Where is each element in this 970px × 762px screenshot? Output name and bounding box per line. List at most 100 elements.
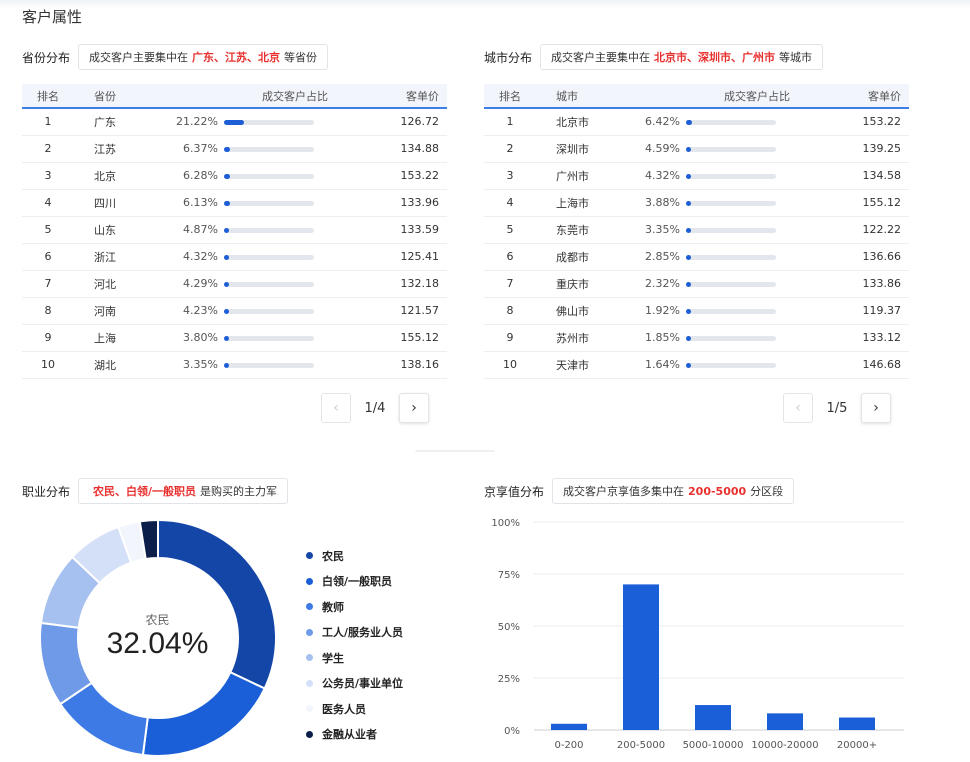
city-page-indicator: 1/5 xyxy=(826,400,848,416)
city-table-row: 9 苏州市 1.85% 133.12 xyxy=(484,324,909,352)
province-share-bar xyxy=(224,254,314,260)
province-callout: 成交客户主要集中在 广东、江苏、北京 等省份 xyxy=(78,44,329,70)
city-share-cell: 1.85% xyxy=(636,324,826,352)
legend-item[interactable]: 农民 xyxy=(306,543,403,569)
legend-dot-icon xyxy=(306,628,313,636)
legend-item[interactable]: 工人/服务业人员 xyxy=(306,620,403,646)
province-share-bar-fill xyxy=(224,362,230,368)
city-prev-button[interactable]: ‹ xyxy=(783,393,813,423)
occupation-legend: 农民白领/一般职员 教师工人/服务业人员学生 公务员/事业单位 医务人员 金融从业者 xyxy=(306,543,403,747)
city-share-pct: 6.42% xyxy=(645,115,680,129)
city-next-button[interactable]: › xyxy=(861,393,891,423)
donut-slice[interactable] xyxy=(157,518,277,690)
city-share-bar xyxy=(686,173,776,179)
city-col-name: 城市 xyxy=(536,84,636,109)
city-table-row: 8 佛山市 1.92% 119.37 xyxy=(484,297,909,325)
province-share-bar-fill xyxy=(224,200,230,206)
province-rank: 4 xyxy=(22,189,74,217)
province-next-button[interactable]: › xyxy=(399,393,429,423)
province-col-share: 成交客户占比 xyxy=(174,84,364,109)
province-callout-suffix: 等省份 xyxy=(284,51,318,64)
province-share-cell: 6.37% xyxy=(174,135,364,163)
province-share-cell: 4.32% xyxy=(174,243,364,271)
province-price: 133.96 xyxy=(364,189,447,217)
city-price: 134.58 xyxy=(826,162,909,190)
city-col-share-text: 成交客户占比 xyxy=(724,89,790,103)
jingxiang-callout-prefix: 成交客户京享值多集中在 xyxy=(563,485,685,498)
legend-label: 农民 xyxy=(322,549,344,563)
y-tick-label: 50% xyxy=(498,622,520,633)
province-share-cell: 4.87% xyxy=(174,216,364,244)
province-share-bar xyxy=(224,335,314,341)
province-share-bar-fill xyxy=(224,335,230,341)
chevron-right-icon: › xyxy=(873,400,879,416)
city-price: 133.86 xyxy=(826,270,909,298)
province-price: 126.72 xyxy=(364,108,447,136)
province-rank: 9 xyxy=(22,324,74,352)
city-table-header: 排名 城市 成交客户占比 客单价 xyxy=(484,84,909,109)
bar[interactable] xyxy=(695,705,731,730)
legend-item[interactable]: 公务员/事业单位 xyxy=(306,671,403,697)
city-share-cell: 2.85% xyxy=(636,243,826,271)
legend-item[interactable]: 医务人员 xyxy=(306,696,403,722)
province-prev-button[interactable]: ‹ xyxy=(321,393,351,423)
legend-dot-icon xyxy=(306,705,313,713)
city-table-row: 6 成都市 2.85% 136.66 xyxy=(484,243,909,271)
province-share-cell: 6.13% xyxy=(174,189,364,217)
city-name: 重庆市 xyxy=(536,270,636,298)
donut-slice[interactable] xyxy=(141,670,266,757)
city-rank: 2 xyxy=(484,135,536,163)
province-price: 134.88 xyxy=(364,135,447,163)
city-rank: 7 xyxy=(484,270,536,298)
bar[interactable] xyxy=(551,723,587,730)
donut-center-category: 农民 xyxy=(145,613,170,627)
province-page-indicator: 1/4 xyxy=(364,400,386,416)
city-name: 天津市 xyxy=(536,351,636,379)
city-col-rank: 排名 xyxy=(484,84,536,109)
city-price: 133.12 xyxy=(826,324,909,352)
city-share-bar-fill xyxy=(686,335,692,341)
province-rank: 6 xyxy=(22,243,74,271)
section-divider xyxy=(415,450,495,452)
province-share-bar-fill xyxy=(224,281,230,287)
city-name: 深圳市 xyxy=(536,135,636,163)
province-name: 四川 xyxy=(74,189,174,217)
city-share-bar-fill xyxy=(686,281,692,287)
province-callout-highlight: 广东、江苏、北京 xyxy=(192,51,281,64)
province-share-bar xyxy=(224,308,314,314)
legend-dot-icon xyxy=(306,552,313,560)
city-share-pct: 4.32% xyxy=(645,169,680,182)
city-table-row: 7 重庆市 2.32% 133.86 xyxy=(484,270,909,298)
province-table-row: 6 浙江 4.32% 125.41 xyxy=(22,243,447,271)
province-share-bar-fill xyxy=(224,119,245,125)
province-section-head: 省份分布 成交客户主要集中在 广东、江苏、北京 等省份 xyxy=(22,44,329,70)
city-share-bar-fill xyxy=(686,146,692,152)
city-name: 北京市 xyxy=(536,108,636,136)
legend-item[interactable]: 教师 xyxy=(306,594,403,620)
city-name: 苏州市 xyxy=(536,324,636,352)
page-title: 客户属性 xyxy=(22,8,83,26)
province-price: 132.18 xyxy=(364,270,447,298)
x-tick-label: 20000+ xyxy=(837,740,877,751)
legend-item[interactable]: 金融从业者 xyxy=(306,722,403,748)
province-share-pct: 6.37% xyxy=(183,142,218,155)
legend-item[interactable]: 学生 xyxy=(306,645,403,671)
bar[interactable] xyxy=(623,584,659,730)
chevron-left-icon: ‹ xyxy=(795,400,801,416)
province-name: 河北 xyxy=(74,270,174,298)
city-share-bar-fill xyxy=(686,200,692,206)
bar[interactable] xyxy=(767,713,803,730)
legend-item[interactable]: 白领/一般职员 xyxy=(306,569,403,595)
city-share-cell: 1.64% xyxy=(636,351,826,379)
city-rank: 1 xyxy=(484,108,536,136)
city-label: 城市分布 xyxy=(484,50,533,65)
bar[interactable] xyxy=(839,717,875,730)
city-table-row: 4 上海市 3.88% 155.12 xyxy=(484,189,909,217)
city-share-bar xyxy=(686,146,776,152)
city-share-cell: 1.92% xyxy=(636,297,826,325)
legend-label: 工人/服务业人员 xyxy=(322,626,404,640)
province-price: 153.22 xyxy=(364,162,447,190)
city-price: 155.12 xyxy=(826,189,909,217)
city-name: 上海市 xyxy=(536,189,636,217)
province-table-row: 3 北京 6.28% 153.22 xyxy=(22,162,447,190)
